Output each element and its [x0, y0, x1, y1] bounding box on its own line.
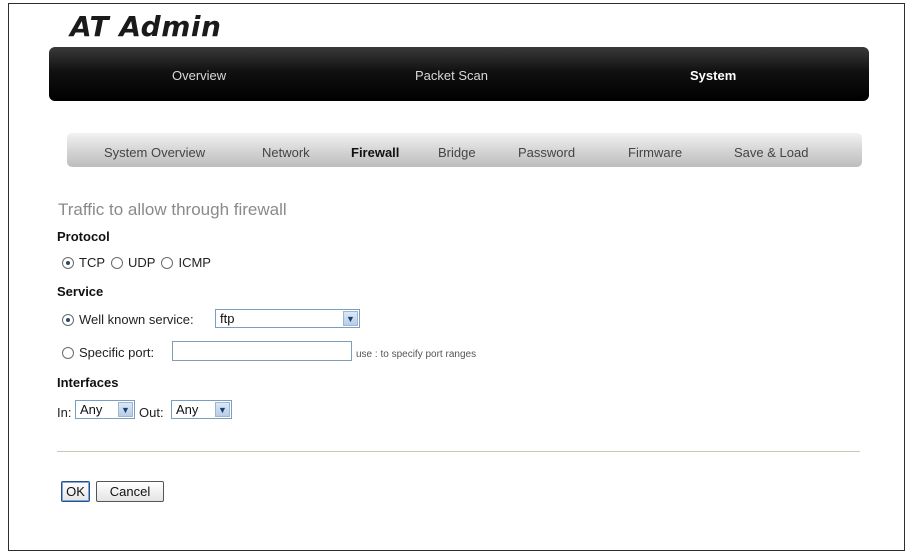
specific-port-row: Specific port: [62, 345, 154, 360]
main-nav-packet-scan[interactable]: Packet Scan [415, 47, 488, 101]
chevron-down-icon: ▼ [118, 402, 133, 417]
form-divider [57, 451, 860, 452]
specific-port-hint: use : to specify port ranges [356, 349, 477, 360]
sub-nav-firewall[interactable]: Firewall [351, 133, 399, 167]
protocol-icmp-radio[interactable] [161, 256, 174, 269]
app-logo: AT Admin [70, 10, 222, 43]
protocol-tcp-radio[interactable] [62, 256, 74, 269]
cancel-button[interactable]: Cancel [96, 481, 164, 502]
protocol-udp-label: UDP [128, 255, 156, 270]
protocol-icmp-label: ICMP [178, 255, 211, 270]
well-known-service-label: Well known service: [79, 312, 194, 327]
in-label: In: [57, 405, 72, 420]
interface-in-value: Any [80, 402, 103, 417]
main-nav-system[interactable]: System [690, 47, 736, 101]
interface-in-select[interactable]: Any ▼ [75, 400, 135, 419]
well-known-service-select[interactable]: ftp ▼ [215, 309, 360, 328]
interfaces-section-label: Interfaces [57, 375, 119, 390]
out-label: Out: [139, 405, 164, 420]
well-known-service-row: Well known service: [62, 312, 194, 327]
main-nav-overview[interactable]: Overview [172, 47, 226, 101]
sub-nav-save-load[interactable]: Save & Load [734, 133, 808, 167]
interface-out-select[interactable]: Any ▼ [171, 400, 232, 419]
protocol-udp-radio[interactable] [111, 256, 123, 269]
sub-nav-system-overview[interactable]: System Overview [104, 133, 205, 167]
well-known-service-value: ftp [220, 311, 235, 326]
specific-port-input[interactable] [172, 341, 352, 361]
sub-nav-bridge[interactable]: Bridge [438, 133, 476, 167]
service-section-label: Service [57, 284, 104, 299]
main-nav: Overview Packet Scan System [49, 47, 869, 101]
ok-button[interactable]: OK [61, 481, 90, 502]
specific-port-radio[interactable] [62, 346, 74, 359]
chevron-down-icon: ▼ [343, 311, 358, 326]
chevron-down-icon: ▼ [215, 402, 230, 417]
interface-out-value: Any [176, 402, 199, 417]
interfaces-in-label: In: [57, 405, 71, 420]
specific-port-label: Specific port: [79, 345, 155, 360]
protocol-options: TCP UDP ICMP [62, 255, 211, 270]
interfaces-out-label: Out: [139, 405, 164, 420]
sub-nav-password[interactable]: Password [518, 133, 575, 167]
sub-nav: System Overview Network Firewall Bridge … [67, 133, 862, 167]
protocol-section-label: Protocol [57, 229, 110, 244]
form-heading: Traffic to allow through firewall [58, 200, 287, 219]
protocol-tcp-label: TCP [79, 255, 105, 270]
sub-nav-firmware[interactable]: Firmware [628, 133, 682, 167]
well-known-service-radio[interactable] [62, 313, 74, 326]
sub-nav-network[interactable]: Network [262, 133, 310, 167]
